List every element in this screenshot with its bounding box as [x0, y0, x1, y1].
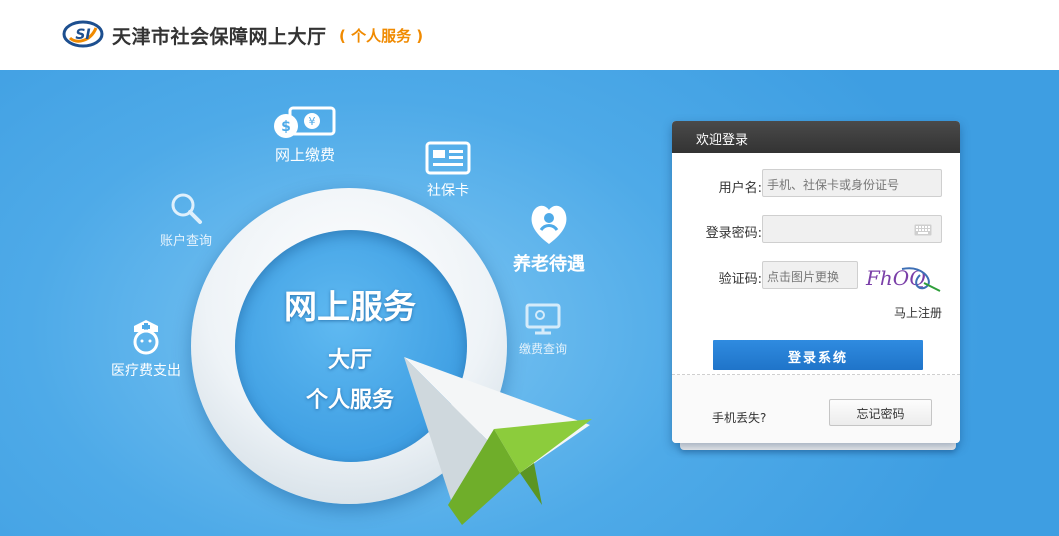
search-icon [171, 193, 202, 224]
center-title: 网上服务 [284, 287, 416, 326]
nurse-icon [133, 320, 159, 355]
captcha-image[interactable]: FhOQ [862, 261, 942, 293]
site-title: 天津市社会保障网上大厅 [112, 26, 327, 48]
feature-label: 账户查询 [159, 234, 212, 249]
password-input[interactable] [762, 215, 942, 243]
username-label: 用户名: [718, 181, 762, 196]
header: SI 天津市社会保障网上大厅 ( 个人服务 ) [0, 0, 1059, 70]
lost-phone-link[interactable]: 手机丢失? [712, 409, 766, 426]
feature-pension[interactable]: 养老待遇 [500, 200, 598, 276]
site-subtitle: ( 个人服务 ) [339, 27, 424, 45]
login-panel: 欢迎登录 用户名: 手机、社保卡或身份证号 登录密码: 验证码: 点击图片更换 … [672, 121, 960, 443]
feature-social-card[interactable]: 社保卡 [412, 140, 484, 200]
divider [672, 374, 960, 375]
hero-banner: 网上服务 大厅 个人服务 ¥ $ 网上缴费 社保卡 账户查询 养老待遇 缴费查询… [0, 70, 1059, 536]
svg-text:¥: ¥ [309, 115, 316, 128]
feature-account-query[interactable]: 账户查询 [148, 190, 224, 249]
monitor-icon [525, 303, 561, 335]
feature-online-payment[interactable]: ¥ $ 网上缴费 [262, 106, 348, 165]
keyboard-icon[interactable] [914, 224, 932, 236]
feature-label: 医疗费支出 [111, 363, 181, 379]
feature-label: 缴费查询 [518, 342, 567, 356]
username-input[interactable]: 手机、社保卡或身份证号 [762, 169, 942, 197]
feature-label: 养老待遇 [513, 254, 585, 275]
login-panel-shadow [680, 442, 956, 450]
captcha-input[interactable]: 点击图片更换 [762, 261, 858, 289]
center-subtitle-1: 大厅 [327, 348, 372, 373]
login-button[interactable]: 登录系统 [713, 340, 923, 370]
login-title: 欢迎登录 [672, 121, 960, 153]
register-link[interactable]: 马上注册 [894, 304, 942, 321]
feature-label: 社保卡 [427, 183, 469, 199]
password-label: 登录密码: [705, 226, 762, 241]
paper-plane-icon [404, 357, 592, 525]
svg-text:SI: SI [75, 27, 90, 43]
feature-label: 网上缴费 [274, 146, 335, 164]
feature-medical-expense[interactable]: 医疗费支出 [104, 318, 188, 380]
feature-payment-query[interactable]: 缴费查询 [508, 302, 578, 357]
captcha-label: 验证码: [718, 272, 762, 287]
card-icon [425, 141, 471, 175]
svg-text:$: $ [281, 119, 291, 135]
money-icon: ¥ $ [274, 106, 336, 138]
si-logo-icon: SI [62, 20, 104, 48]
center-subtitle-2: 个人服务 [305, 388, 394, 413]
forgot-password-button[interactable]: 忘记密码 [829, 399, 932, 426]
pension-icon [531, 205, 567, 244]
